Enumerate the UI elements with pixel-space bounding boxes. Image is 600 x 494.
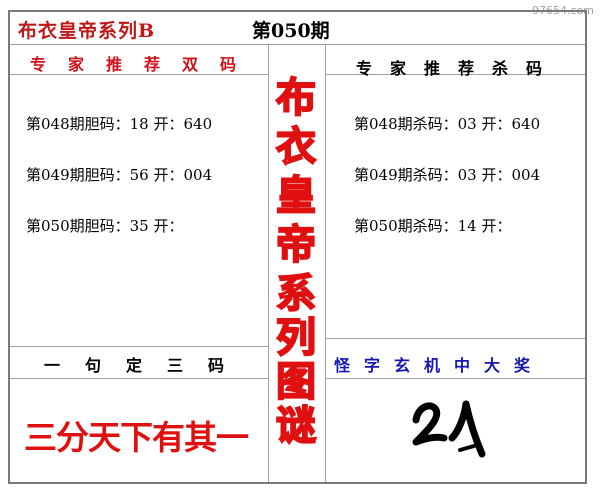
- left-row-049: 第049期胆码：56 开：004: [26, 166, 213, 184]
- strange-char-heading: 怪字玄机中大奖: [334, 356, 545, 375]
- divider-mid-top-left: [10, 346, 268, 347]
- handwritten-dot-stroke: [458, 444, 476, 452]
- divider-vertical-left: [268, 44, 269, 482]
- left-row-048: 第048期胆码：18 开：640: [26, 115, 213, 133]
- divider-header: [10, 44, 585, 45]
- divider-mid-bottom-right: [325, 378, 585, 379]
- vertical-char-6: 列: [275, 315, 317, 361]
- left-panel-rows: 第048期胆码：18 开：640 第049期胆码：56 开：004 第050期胆…: [26, 82, 212, 252]
- left-row-050: 第050期胆码：35 开：: [26, 217, 184, 235]
- riddle-heading: 一句定三码: [44, 356, 250, 375]
- right-panel-heading: 专家推荐杀码: [356, 59, 561, 78]
- series-title: 布衣皇帝系列B: [18, 20, 156, 42]
- vertical-char-2: 衣: [275, 124, 317, 170]
- right-row-050: 第050期杀码：14 开：: [354, 217, 512, 235]
- vertical-char-4: 帝: [275, 222, 317, 268]
- issue-number: 第050期: [252, 20, 330, 42]
- handwritten-glyph: [412, 400, 486, 458]
- riddle-phrase: 三分天下有其一: [24, 418, 249, 457]
- right-row-049: 第049期杀码：03 开：004: [354, 166, 541, 184]
- divider-mid-top-right: [325, 338, 585, 339]
- vertical-char-8: 谜: [275, 403, 317, 449]
- divider-mid-bottom-left: [10, 378, 268, 379]
- vertical-char-7: 图: [275, 359, 317, 405]
- right-row-048: 第048期杀码：03 开：640: [354, 115, 541, 133]
- vertical-char-3: 皇: [275, 173, 317, 219]
- vertical-char-5: 系: [275, 271, 317, 317]
- divider-vertical-right: [325, 44, 326, 482]
- right-panel-rows: 第048期杀码：03 开：640 第049期杀码：03 开：004 第050期杀…: [354, 82, 540, 252]
- left-panel-heading: 专家推荐双码: [30, 55, 259, 74]
- vertical-char-1: 布: [275, 75, 317, 121]
- handwritten-2-stroke: [412, 402, 448, 446]
